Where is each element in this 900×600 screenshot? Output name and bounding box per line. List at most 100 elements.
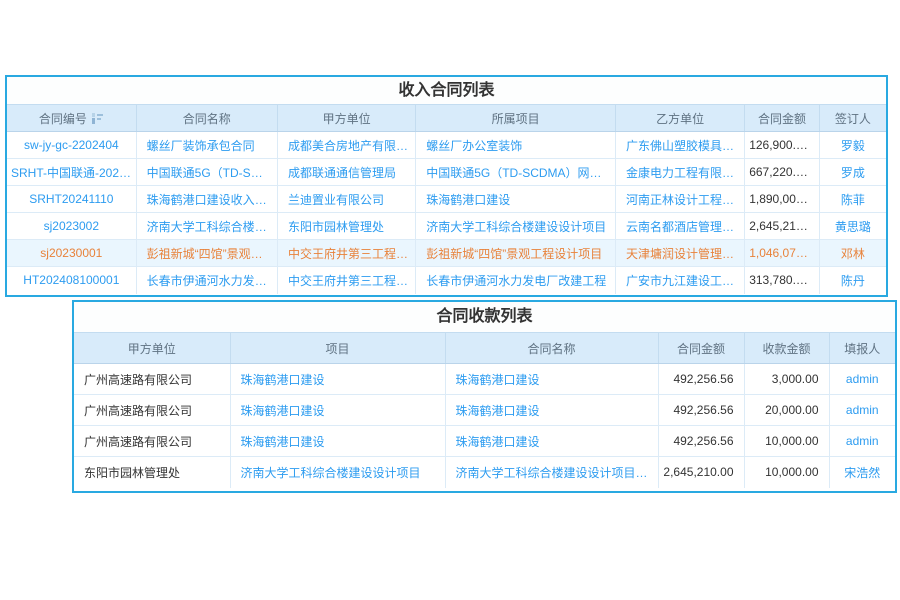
cell-signer[interactable]: 邓林 xyxy=(819,240,886,267)
cell-received_amount: 20,000.00 xyxy=(744,395,829,426)
table-row[interactable]: 广州高速路有限公司珠海鹤港口建设珠海鹤港口建设492,256.563,000.0… xyxy=(74,364,895,395)
cell-party_b[interactable]: 云南名都酒店管理有限... xyxy=(616,213,745,240)
cell-name[interactable]: 济南大学工科综合楼建设设... xyxy=(136,213,277,240)
cell-contract_amount: 492,256.56 xyxy=(658,395,744,426)
cell-amount: 1,890,000... xyxy=(745,186,820,213)
cell-contract_amount: 2,645,210.00 xyxy=(658,457,744,488)
column-header-reporter: 填报人 xyxy=(829,333,895,364)
cell-code[interactable]: SRHT20241110 xyxy=(7,186,136,213)
column-header-party_a: 甲方单位 xyxy=(74,333,230,364)
column-header-label: 合同金额 xyxy=(677,340,725,357)
cell-code[interactable]: HT202408100001 xyxy=(7,267,136,294)
cell-party_a[interactable]: 成都联通通信管理局 xyxy=(277,159,415,186)
cell-received_amount: 10,000.00 xyxy=(744,457,829,488)
column-header-label: 合同名称 xyxy=(527,340,575,357)
cell-party_b[interactable]: 河南正林设计工程有限... xyxy=(616,186,745,213)
column-header-signer: 签订人 xyxy=(819,105,886,132)
column-header-label: 乙方单位 xyxy=(656,110,704,127)
cell-project[interactable]: 济南大学工科综合楼建设设计项目 xyxy=(230,457,445,488)
cell-name[interactable]: 珠海鹤港口建设收入合同2 xyxy=(136,186,277,213)
cell-amount: 1,046,070... xyxy=(745,240,820,267)
table-row[interactable]: SRHT-中国联通-2024...中国联通5G（TD-SCDMA）...成都联通… xyxy=(7,159,886,186)
cell-party_b[interactable]: 金康电力工程有限公司 xyxy=(616,159,745,186)
cell-project[interactable]: 中国联通5G（TD-SCDMA）网络三... xyxy=(416,159,616,186)
column-header-label: 项目 xyxy=(325,340,349,357)
contract-receipt-panel: 合同收款列表 甲方单位项目合同名称合同金额收款金额填报人 广州高速路有限公司珠海… xyxy=(72,300,897,493)
cell-amount: 313,780.00 xyxy=(745,267,820,294)
income-table-title: 收入合同列表 xyxy=(7,77,886,104)
cell-code[interactable]: sj20230001 xyxy=(7,240,136,267)
cell-name[interactable]: 彭祖新城“四馆”景观工程设计... xyxy=(136,240,277,267)
column-header-label: 签订人 xyxy=(835,110,871,127)
cell-party_a: 广州高速路有限公司 xyxy=(74,426,230,457)
cell-signer[interactable]: 陈菲 xyxy=(819,186,886,213)
table-row[interactable]: 广州高速路有限公司珠海鹤港口建设珠海鹤港口建设492,256.5610,000.… xyxy=(74,426,895,457)
cell-reporter[interactable]: admin xyxy=(829,426,895,457)
column-header-project: 项目 xyxy=(230,333,445,364)
cell-project[interactable]: 珠海鹤港口建设 xyxy=(230,426,445,457)
cell-party_a[interactable]: 东阳市园林管理处 xyxy=(277,213,415,240)
cell-party_a[interactable]: 成都美合房地产有限公司 xyxy=(277,132,415,159)
cell-reporter[interactable]: 宋浩然 xyxy=(829,457,895,488)
cell-project[interactable]: 螺丝厂办公室装饰 xyxy=(416,132,616,159)
page: 收入合同列表 合同编号合同名称甲方单位所属项目乙方单位合同金额签订人 sw-jy… xyxy=(0,0,900,600)
column-header-label: 甲方单位 xyxy=(323,110,371,127)
income-contract-table: 合同编号合同名称 甲方单位 所属项目 乙方单位 合同金额 签订人 sw-jy-gc-220… xyxy=(7,104,886,294)
cell-signer[interactable]: 陈丹 xyxy=(819,267,886,294)
cell-contract_name[interactable]: 珠海鹤港口建设 xyxy=(445,426,658,457)
cell-contract_name[interactable]: 珠海鹤港口建设 xyxy=(445,395,658,426)
cell-code[interactable]: SRHT-中国联通-2024... xyxy=(7,159,136,186)
cell-project[interactable]: 珠海鹤港口建设 xyxy=(230,395,445,426)
cell-project[interactable]: 济南大学工科综合楼建设设计项目 xyxy=(416,213,616,240)
cell-signer[interactable]: 罗成 xyxy=(819,159,886,186)
cell-party_a: 广州高速路有限公司 xyxy=(74,395,230,426)
cell-amount: 126,900.83 xyxy=(745,132,820,159)
column-header-code[interactable]: 合同编号 xyxy=(7,105,136,132)
cell-project[interactable]: 珠海鹤港口建设 xyxy=(416,186,616,213)
cell-received_amount: 10,000.00 xyxy=(744,426,829,457)
cell-party_a[interactable]: 中交王府井第三工程局有限... xyxy=(277,240,415,267)
cell-code[interactable]: sw-jy-gc-2202404 xyxy=(7,132,136,159)
column-header-label: 收款金额 xyxy=(762,340,810,357)
column-header-project: 所属项目 xyxy=(416,105,616,132)
column-header-contract_amount: 合同金额 xyxy=(658,333,744,364)
cell-signer[interactable]: 黄思璐 xyxy=(819,213,886,240)
cell-party_a: 广州高速路有限公司 xyxy=(74,364,230,395)
cell-name[interactable]: 螺丝厂装饰承包合同 xyxy=(136,132,277,159)
table-row[interactable]: 东阳市园林管理处济南大学工科综合楼建设设计项目济南大学工科综合楼建设设计项目收.… xyxy=(74,457,895,488)
sort-descending-icon[interactable] xyxy=(91,113,104,124)
cell-party_b[interactable]: 广东佛山塑胶模具有限... xyxy=(616,132,745,159)
table-row[interactable]: 广州高速路有限公司珠海鹤港口建设珠海鹤港口建设492,256.5620,000.… xyxy=(74,395,895,426)
cell-project[interactable]: 珠海鹤港口建设 xyxy=(230,364,445,395)
cell-contract_amount: 492,256.56 xyxy=(658,426,744,457)
cell-party_a[interactable]: 中交王府井第三工程局有限... xyxy=(277,267,415,294)
column-header-label: 甲方单位 xyxy=(128,340,176,357)
cell-reporter[interactable]: admin xyxy=(829,364,895,395)
column-header-contract_name: 合同名称 xyxy=(445,333,658,364)
cell-contract_name[interactable]: 济南大学工科综合楼建设设计项目收... xyxy=(445,457,658,488)
cell-code[interactable]: sj2023002 xyxy=(7,213,136,240)
cell-reporter[interactable]: admin xyxy=(829,395,895,426)
cell-project[interactable]: 长春市伊通河水力发电厂改建工程 xyxy=(416,267,616,294)
cell-party_a: 东阳市园林管理处 xyxy=(74,457,230,488)
column-header-name: 合同名称 xyxy=(136,105,277,132)
cell-contract_name[interactable]: 珠海鹤港口建设 xyxy=(445,364,658,395)
cell-party_b[interactable]: 天津墉润设计管理有限... xyxy=(616,240,745,267)
cell-name[interactable]: 长春市伊通河水力发电厂改... xyxy=(136,267,277,294)
column-header-party_a: 甲方单位 xyxy=(277,105,415,132)
table-row[interactable]: sj20230001彭祖新城“四馆”景观工程设计...中交王府井第三工程局有限.… xyxy=(7,240,886,267)
table-row[interactable]: SRHT20241110珠海鹤港口建设收入合同2兰迪置业有限公司珠海鹤港口建设河… xyxy=(7,186,886,213)
cell-project[interactable]: 彭祖新城“四馆”景观工程设计项目 xyxy=(416,240,616,267)
cell-party_b[interactable]: 广安市九江建设工程公司 xyxy=(616,267,745,294)
table-row[interactable]: sw-jy-gc-2202404螺丝厂装饰承包合同成都美合房地产有限公司螺丝厂办… xyxy=(7,132,886,159)
column-header-label: 合同金额 xyxy=(758,110,806,127)
receipt-table-title: 合同收款列表 xyxy=(74,302,895,332)
receipt-table-header-row: 甲方单位 项目 合同名称 合同金额 收款金额 填报人 xyxy=(74,333,895,364)
cell-party_a[interactable]: 兰迪置业有限公司 xyxy=(277,186,415,213)
cell-name[interactable]: 中国联通5G（TD-SCDMA）... xyxy=(136,159,277,186)
table-row[interactable]: HT202408100001长春市伊通河水力发电厂改...中交王府井第三工程局有… xyxy=(7,267,886,294)
contract-receipt-table: 甲方单位项目合同名称合同金额收款金额填报人 广州高速路有限公司珠海鹤港口建设珠海… xyxy=(74,332,895,488)
column-header-label: 填报人 xyxy=(844,340,880,357)
cell-signer[interactable]: 罗毅 xyxy=(819,132,886,159)
table-row[interactable]: sj2023002济南大学工科综合楼建设设...东阳市园林管理处济南大学工科综合… xyxy=(7,213,886,240)
